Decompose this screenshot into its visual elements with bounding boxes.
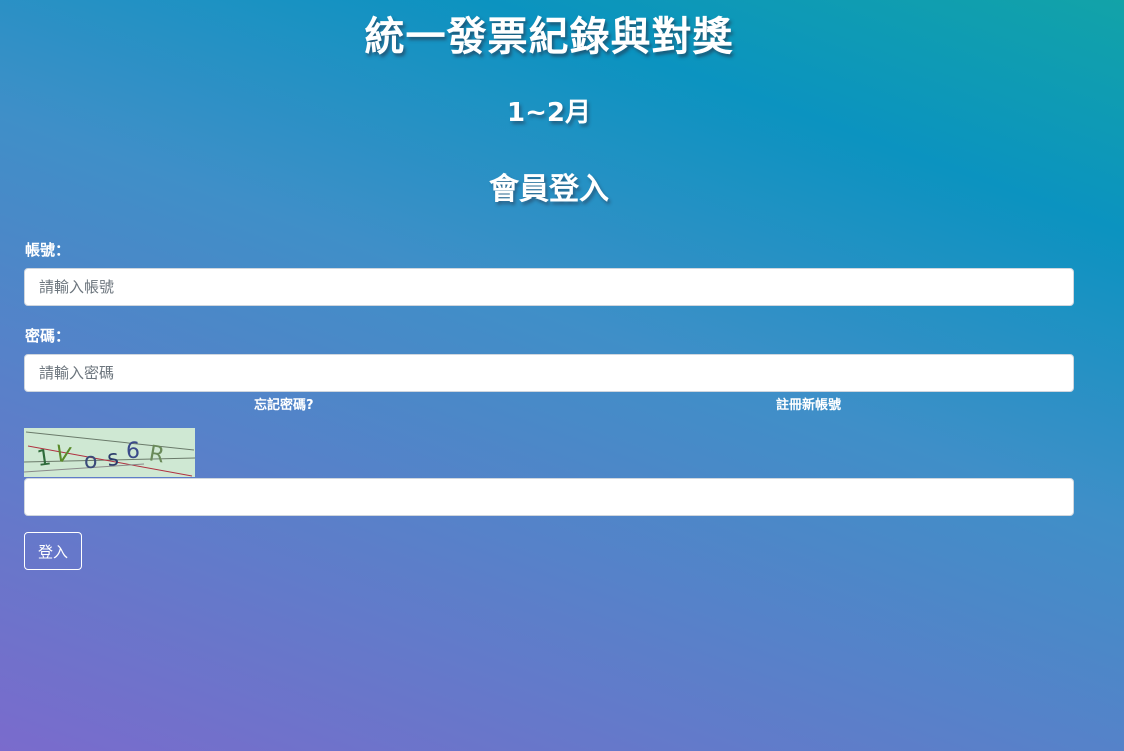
register-link[interactable]: 註冊新帳號 <box>776 394 841 413</box>
period-title: 1~2月 <box>507 98 591 128</box>
captcha-graphic: 1 V o s 6 R <box>23 428 196 477</box>
password-input[interactable] <box>24 354 1074 392</box>
svg-text:o: o <box>84 449 97 474</box>
app-title: 統一發票紀錄與對獎 <box>364 14 734 60</box>
login-heading: 會員登入 <box>489 172 609 207</box>
login-button[interactable]: 登入 <box>24 532 82 570</box>
account-input[interactable] <box>24 268 1074 306</box>
captcha-image: 1 V o s 6 R <box>23 428 196 477</box>
account-label: 帳號： <box>25 241 71 259</box>
password-label: 密碼： <box>25 327 71 345</box>
svg-text:6: 6 <box>126 439 140 464</box>
captcha-input[interactable] <box>24 478 1074 516</box>
forgot-password-link[interactable]: 忘記密碼? <box>254 394 314 413</box>
